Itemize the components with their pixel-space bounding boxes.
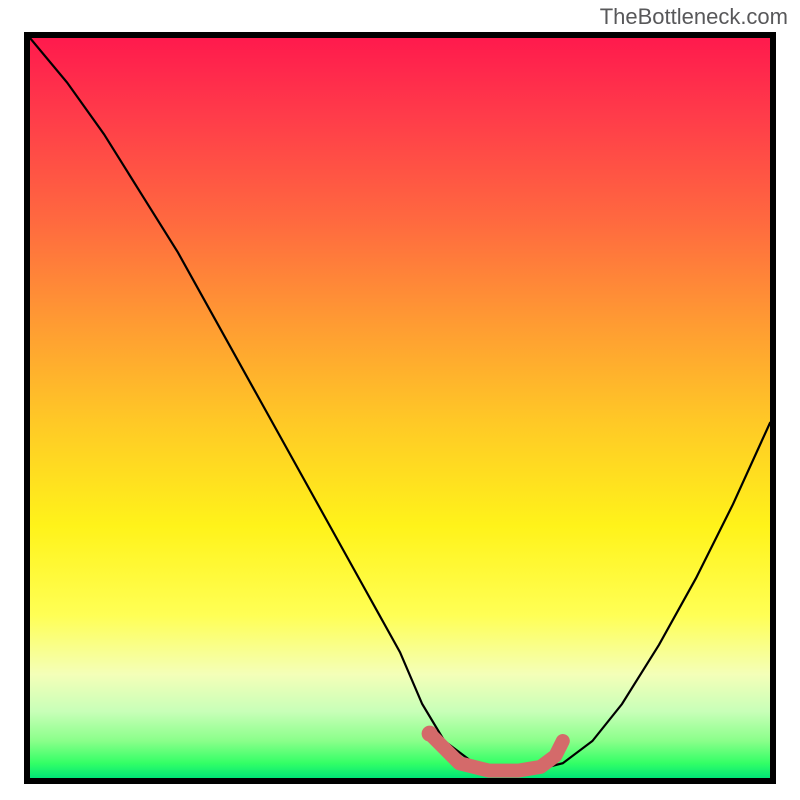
bottleneck-curve [30,38,770,771]
highlight-segment [430,734,563,771]
attribution-text: TheBottleneck.com [600,4,788,30]
plot-frame [24,32,776,784]
chart-container: TheBottleneck.com [0,0,800,800]
highlight-dot [422,726,438,742]
curve-layer [30,38,770,778]
plot-area [30,38,770,778]
